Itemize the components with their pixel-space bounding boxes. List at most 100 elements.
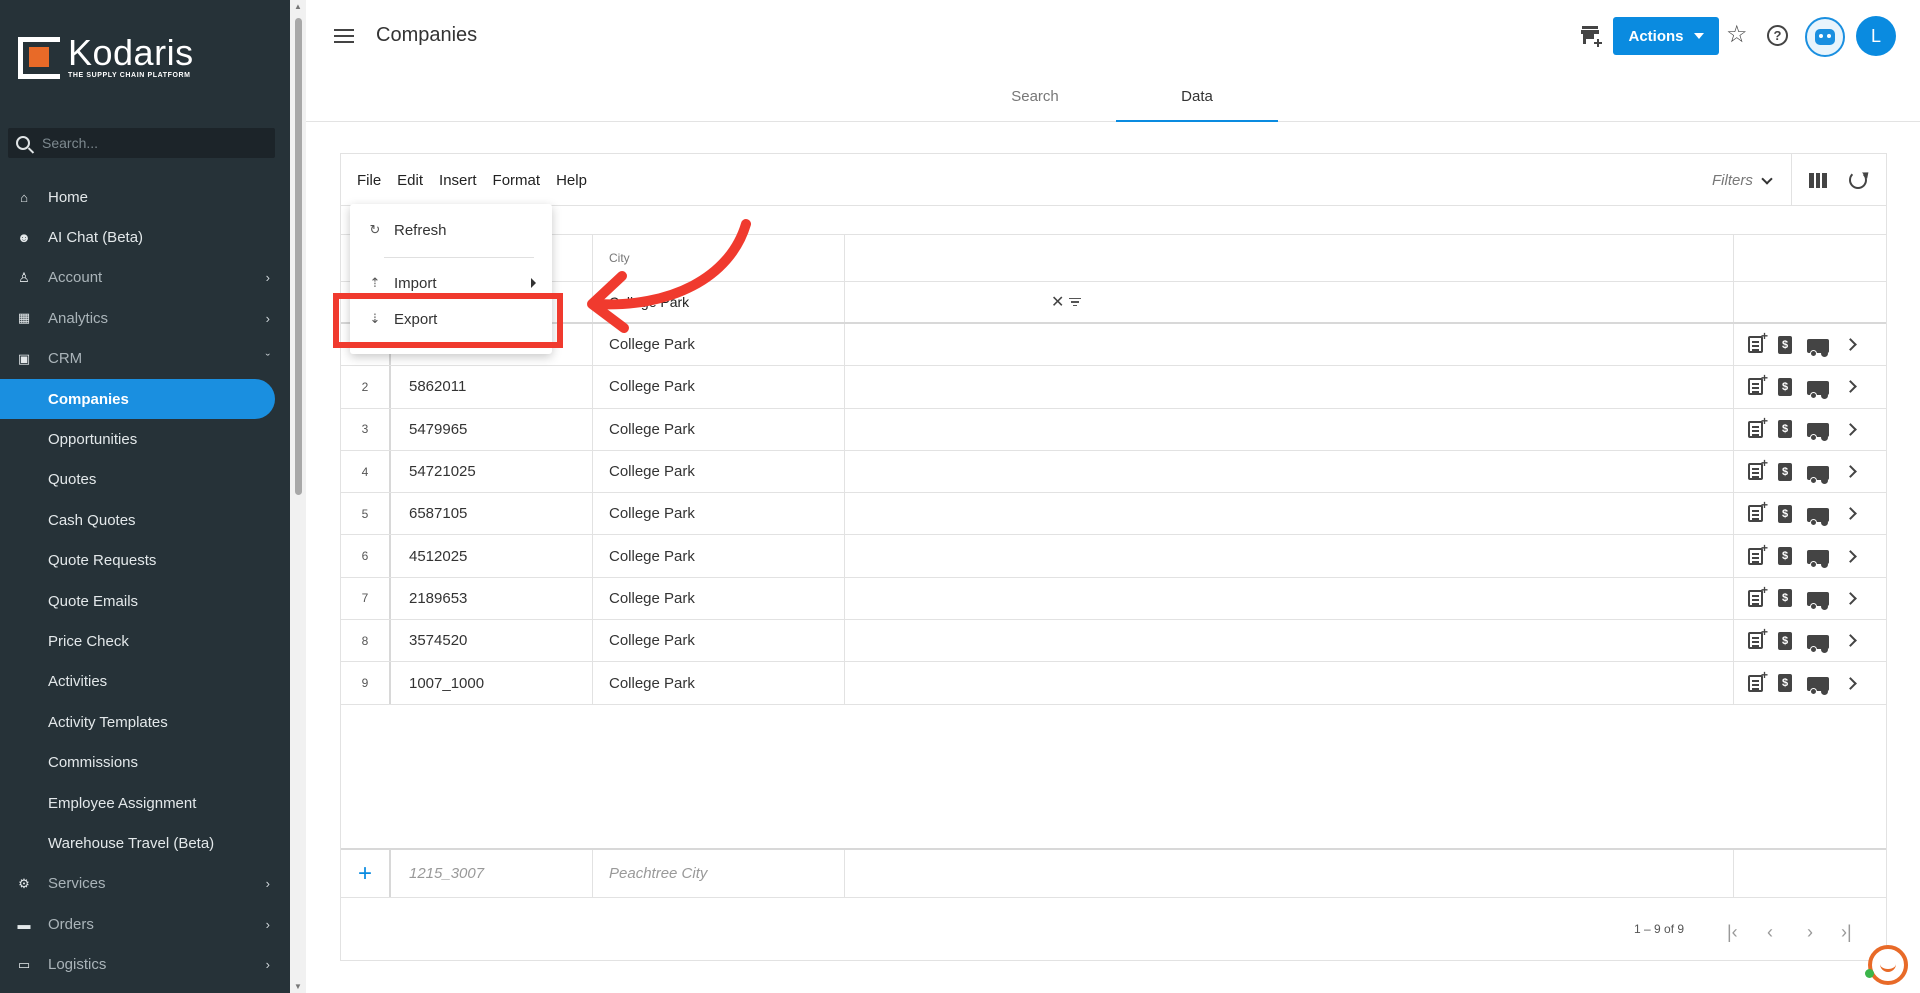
sidebar-item-price-check[interactable]: Price Check bbox=[0, 621, 290, 661]
order-truck-icon[interactable] bbox=[1807, 465, 1829, 484]
new-row-city[interactable]: Peachtree City bbox=[609, 865, 707, 882]
add-note-icon[interactable] bbox=[1748, 414, 1768, 438]
menu-item-refresh[interactable]: ↻ Refresh bbox=[350, 210, 552, 250]
add-note-icon[interactable] bbox=[1748, 541, 1768, 565]
add-note-icon[interactable] bbox=[1748, 498, 1768, 523]
chevron-right-icon[interactable] bbox=[1844, 634, 1857, 648]
chevron-right-icon[interactable] bbox=[1844, 676, 1857, 690]
order-truck-icon[interactable] bbox=[1807, 550, 1829, 569]
order-truck-icon[interactable] bbox=[1807, 507, 1829, 526]
columns-icon[interactable] bbox=[1809, 173, 1828, 188]
table-row[interactable]: 83574520College Park $ bbox=[341, 620, 1886, 663]
scroll-up-icon[interactable]: ▲ bbox=[294, 2, 302, 11]
menu-edit[interactable]: Edit bbox=[397, 172, 423, 189]
sidebar-item-home[interactable]: ⌂ Home bbox=[0, 177, 290, 217]
cell-company-id[interactable]: 4512025 bbox=[391, 535, 593, 577]
cell-company-id[interactable]: 1007_1000 bbox=[391, 662, 593, 704]
tab-search[interactable]: Search bbox=[954, 72, 1116, 122]
sidebar-search-input[interactable] bbox=[42, 135, 252, 151]
sidebar-item-crm[interactable]: ▣ CRM ˇ bbox=[0, 339, 290, 379]
store-add-icon[interactable] bbox=[1580, 25, 1604, 47]
cell-company-id[interactable]: 2189653 bbox=[391, 577, 593, 620]
table-row[interactable]: 56587105College Park $ bbox=[341, 493, 1886, 536]
sidebar-item-quote-emails[interactable]: Quote Emails bbox=[0, 581, 290, 621]
chevron-right-icon[interactable] bbox=[1844, 338, 1857, 352]
sidebar-item-employee-assignment[interactable]: Employee Assignment bbox=[0, 783, 290, 823]
actions-button[interactable]: Actions bbox=[1613, 17, 1719, 55]
sidebar-item-quote-requests[interactable]: Quote Requests bbox=[0, 541, 290, 581]
first-page-icon[interactable]: |‹ bbox=[1727, 922, 1738, 943]
tab-data[interactable]: Data bbox=[1116, 72, 1278, 122]
new-row-id[interactable]: 1215_3007 bbox=[409, 865, 484, 882]
quote-icon[interactable]: $ bbox=[1778, 674, 1792, 693]
cell-city[interactable]: College Park bbox=[593, 493, 845, 535]
cell-city[interactable]: College Park bbox=[593, 366, 845, 408]
chevron-right-icon[interactable] bbox=[1844, 465, 1857, 478]
sidebar-item-quotes[interactable]: Quotes bbox=[0, 460, 290, 500]
add-note-icon[interactable] bbox=[1748, 456, 1768, 481]
last-page-icon[interactable]: ›| bbox=[1841, 922, 1852, 943]
chevron-right-icon[interactable] bbox=[1844, 549, 1857, 563]
add-note-icon[interactable] bbox=[1748, 583, 1768, 607]
menu-icon[interactable] bbox=[334, 29, 354, 43]
order-truck-icon[interactable] bbox=[1807, 338, 1829, 357]
cell-city[interactable]: College Park bbox=[593, 662, 845, 704]
order-truck-icon[interactable] bbox=[1807, 423, 1829, 442]
cell-company-id[interactable]: 3574520 bbox=[391, 620, 593, 662]
cell-city[interactable]: College Park bbox=[593, 408, 845, 450]
table-row[interactable]: 91007_1000College Park $ bbox=[341, 662, 1886, 705]
sidebar-item-services[interactable]: ⚙ Services › bbox=[0, 864, 290, 904]
sidebar-item-orders[interactable]: ▬ Orders › bbox=[0, 904, 290, 944]
sidebar-item-activity-templates[interactable]: Activity Templates bbox=[0, 702, 290, 742]
quote-icon[interactable]: $ bbox=[1778, 547, 1792, 566]
quote-icon[interactable]: $ bbox=[1778, 504, 1792, 523]
cell-city[interactable]: College Park bbox=[593, 535, 845, 577]
chevron-right-icon[interactable] bbox=[1844, 592, 1857, 605]
prev-page-icon[interactable]: ‹ bbox=[1767, 922, 1773, 943]
sidebar-item-companies[interactable]: Companies bbox=[0, 378, 275, 420]
quote-icon[interactable]: $ bbox=[1778, 377, 1792, 396]
avatar[interactable]: L bbox=[1856, 16, 1896, 56]
add-note-icon[interactable] bbox=[1748, 371, 1768, 396]
sidebar-item-ai-chat[interactable]: ☻ AI Chat (Beta) bbox=[0, 217, 290, 257]
cell-city[interactable]: College Park bbox=[593, 577, 845, 620]
cell-company-id[interactable]: 5862011 bbox=[391, 366, 593, 408]
filters-dropdown[interactable]: Filters bbox=[1712, 172, 1773, 189]
quote-icon[interactable]: $ bbox=[1778, 462, 1792, 481]
star-icon[interactable]: ☆ bbox=[1726, 22, 1748, 48]
sidebar-item-logistics[interactable]: ▭ Logistics › bbox=[0, 944, 290, 984]
ai-assistant-icon[interactable] bbox=[1805, 17, 1845, 57]
next-page-icon[interactable]: › bbox=[1807, 922, 1813, 943]
sidebar-item-cash-quotes[interactable]: Cash Quotes bbox=[0, 500, 290, 540]
sidebar-item-commissions[interactable]: Commissions bbox=[0, 742, 290, 782]
add-note-icon[interactable] bbox=[1748, 329, 1768, 354]
quote-icon[interactable]: $ bbox=[1778, 420, 1792, 439]
sidebar-item-account[interactable]: ♙ Account › bbox=[0, 258, 290, 298]
menu-format[interactable]: Format bbox=[493, 172, 541, 189]
chevron-right-icon[interactable] bbox=[1844, 422, 1857, 436]
sidebar-item-opportunities[interactable]: Opportunities bbox=[0, 419, 290, 459]
add-note-icon[interactable] bbox=[1748, 668, 1768, 692]
cell-company-id[interactable]: 5479965 bbox=[391, 408, 593, 450]
cell-company-id[interactable]: 54721025 bbox=[391, 450, 593, 493]
kodaris-logo[interactable]: Kodaris THE SUPPLY CHAIN PLATFORM bbox=[18, 35, 194, 79]
menu-insert[interactable]: Insert bbox=[439, 172, 477, 189]
table-row[interactable]: 12085_3007College Park$ bbox=[341, 324, 1886, 367]
order-truck-icon[interactable] bbox=[1807, 380, 1829, 399]
table-row[interactable]: 25862011College Park $ bbox=[341, 366, 1886, 409]
sidebar-item-activities[interactable]: Activities bbox=[0, 662, 290, 702]
quote-icon[interactable]: $ bbox=[1778, 335, 1792, 354]
quote-icon[interactable]: $ bbox=[1778, 589, 1792, 608]
sidebar-item-warehouse-travel[interactable]: Warehouse Travel (Beta) bbox=[0, 823, 290, 863]
chevron-right-icon[interactable] bbox=[1844, 380, 1857, 394]
order-truck-icon[interactable] bbox=[1807, 677, 1829, 696]
add-note-icon[interactable] bbox=[1748, 625, 1768, 650]
order-truck-icon[interactable] bbox=[1807, 634, 1829, 653]
add-row-button[interactable]: + bbox=[358, 860, 372, 888]
chat-support-icon[interactable] bbox=[1868, 945, 1908, 985]
refresh-icon[interactable] bbox=[1849, 171, 1867, 189]
table-row[interactable]: 35479965College Park $ bbox=[341, 408, 1886, 451]
order-truck-icon[interactable] bbox=[1807, 592, 1829, 611]
chevron-right-icon[interactable] bbox=[1844, 507, 1857, 521]
table-row[interactable]: 454721025College Park $ bbox=[341, 450, 1886, 494]
